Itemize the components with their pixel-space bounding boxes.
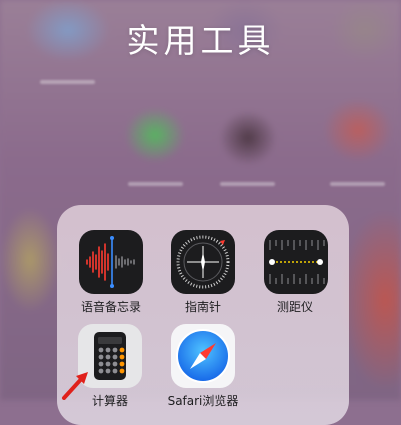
measure-app[interactable] xyxy=(264,230,328,294)
blurred-app-label xyxy=(40,80,95,84)
safari-icon xyxy=(176,329,230,383)
blurred-app-label xyxy=(330,182,385,186)
measure-icon xyxy=(269,240,325,284)
compass-app[interactable] xyxy=(171,230,235,294)
blurred-app-label xyxy=(128,182,183,186)
safari-label: Safari浏览器 xyxy=(167,394,239,408)
blurred-app-label xyxy=(220,182,275,186)
voice-memos-icon xyxy=(86,236,135,288)
voice-memos-app[interactable] xyxy=(79,230,143,294)
compass-icon xyxy=(176,235,230,289)
compass-label: 指南针 xyxy=(184,300,221,314)
annotation-arrow-icon xyxy=(62,372,88,400)
folder-title[interactable]: 实用工具 xyxy=(0,14,401,62)
voice-memos-label: 语音备忘录 xyxy=(80,300,141,314)
measure-label: 测距仪 xyxy=(276,300,313,314)
safari-app[interactable] xyxy=(171,324,235,388)
